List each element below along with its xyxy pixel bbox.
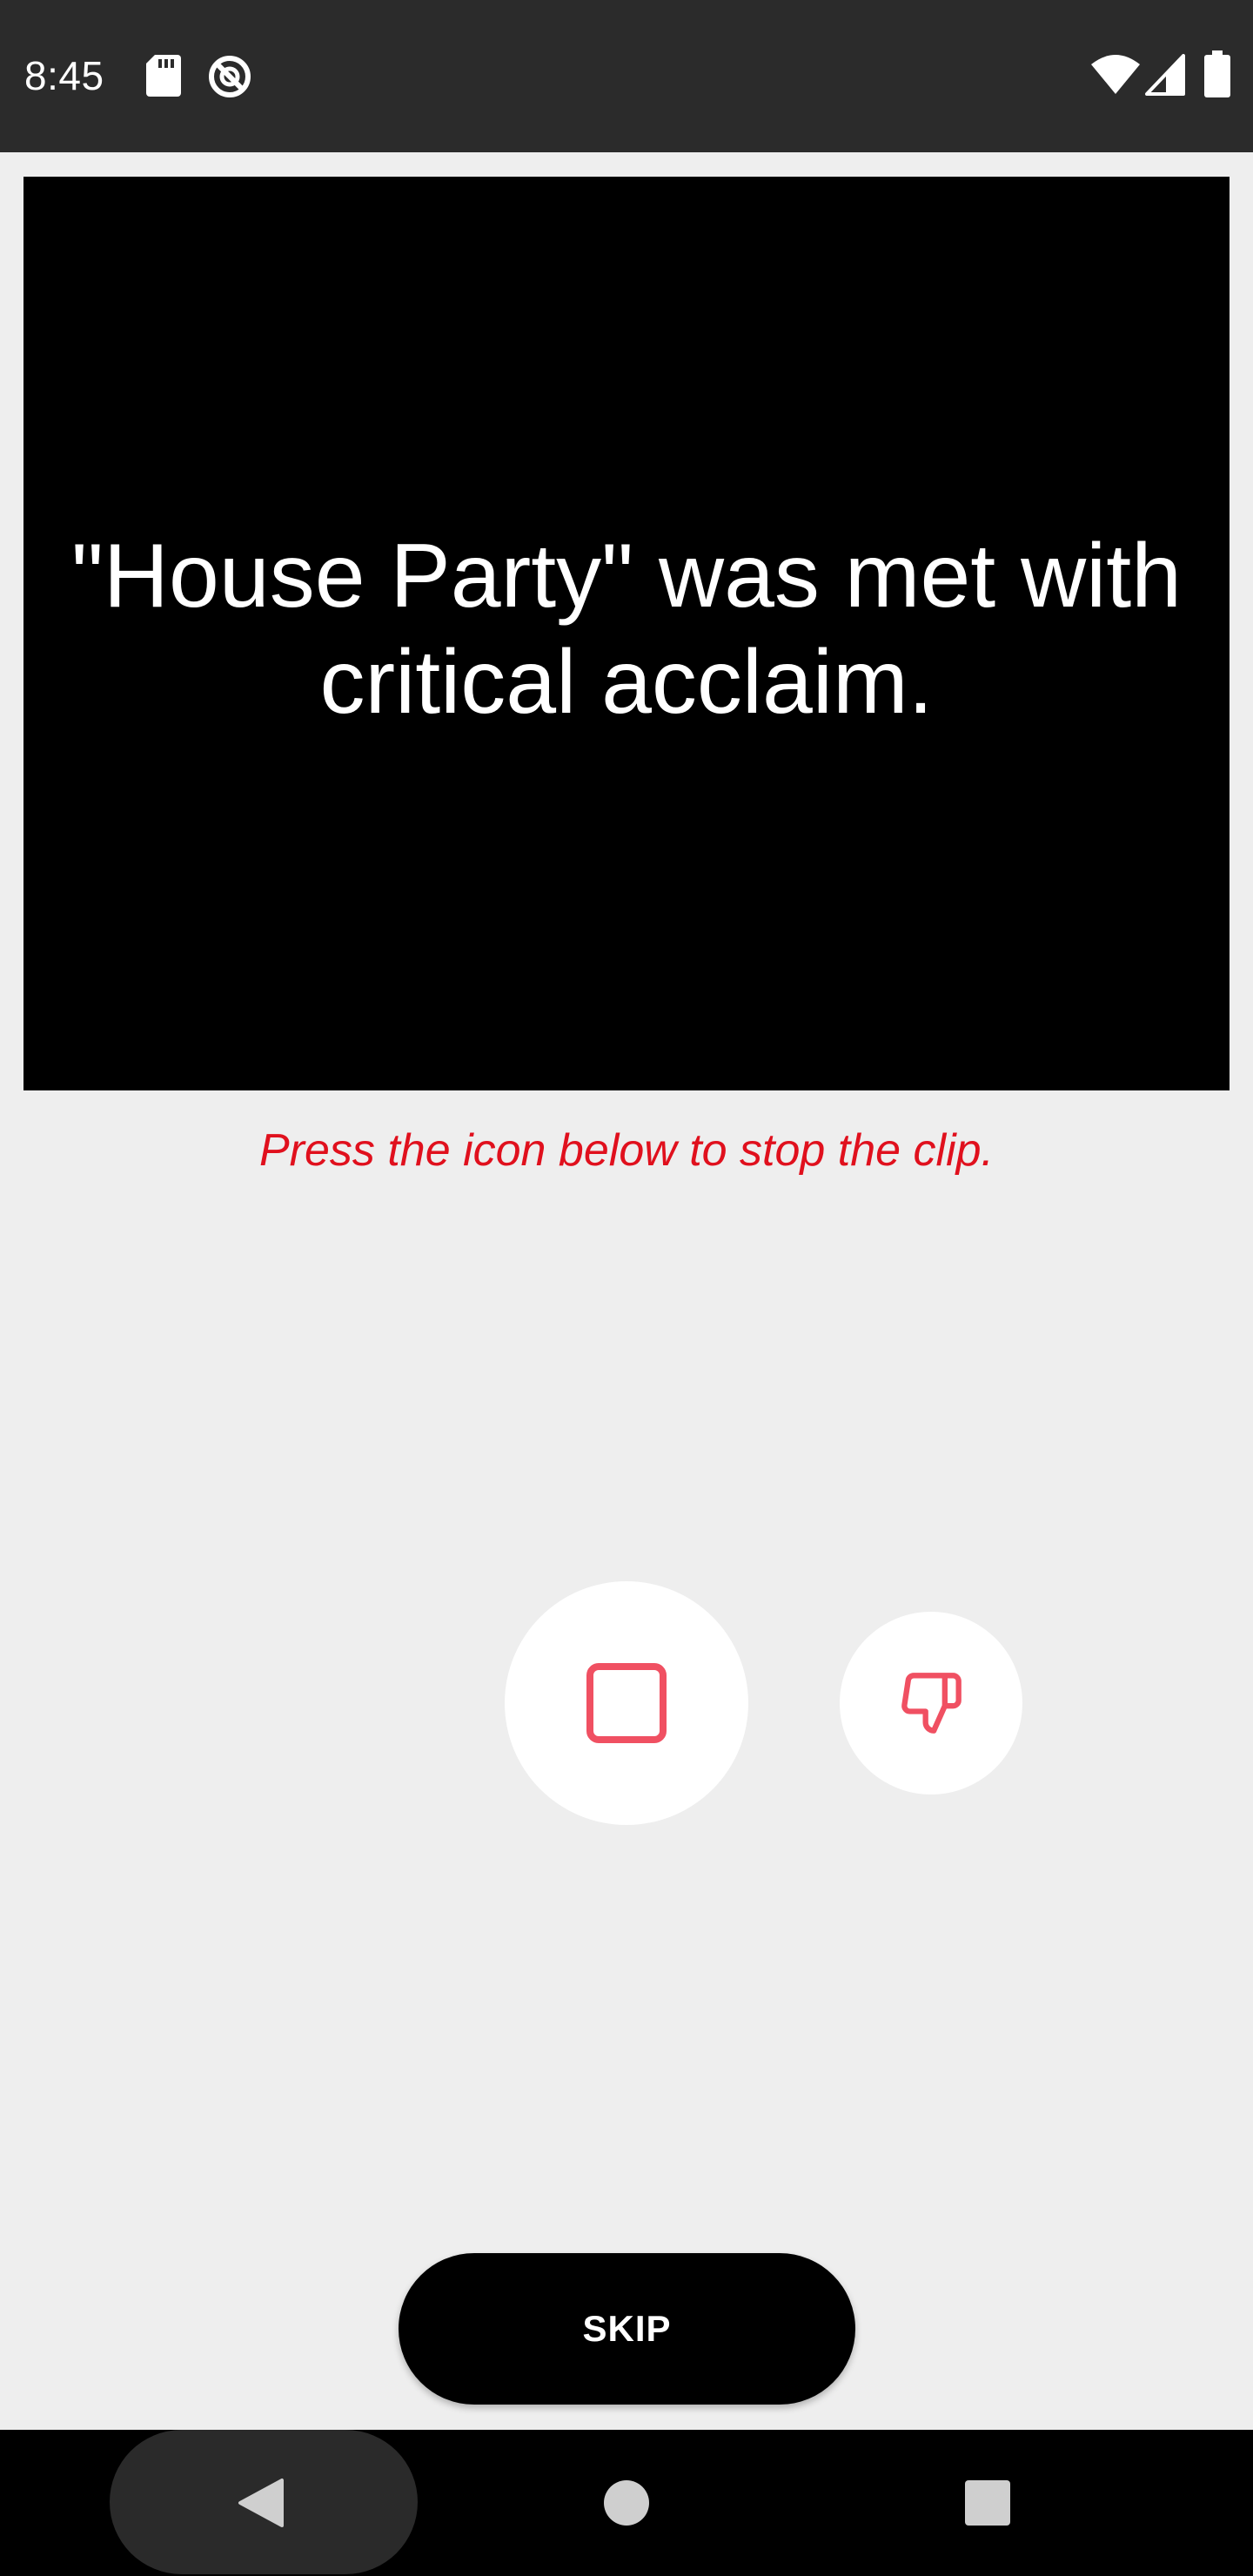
thumbs-down-icon: [901, 1673, 962, 1734]
battery-icon: [1204, 50, 1230, 97]
clip-caption: "House Party" was met with critical accl…: [70, 526, 1183, 733]
skip-button[interactable]: SKIP: [399, 2253, 855, 2405]
clip-player[interactable]: "House Party" was met with critical accl…: [23, 177, 1230, 1090]
status-time: 8:45: [24, 53, 104, 98]
stop-button[interactable]: [505, 1581, 748, 1825]
sync-disabled-icon: [209, 56, 251, 97]
recents-icon[interactable]: [965, 2480, 1010, 2526]
stop-square-icon: [586, 1663, 667, 1743]
status-bar: 8:45: [0, 0, 1253, 152]
sd-card-icon: [146, 55, 181, 97]
dislike-button[interactable]: [840, 1612, 1022, 1794]
navigation-bar: [0, 2430, 1253, 2576]
home-icon[interactable]: [604, 2480, 649, 2526]
cell-signal-icon: [1145, 54, 1185, 96]
back-icon[interactable]: [237, 2477, 285, 2529]
wifi-icon: [1091, 55, 1140, 94]
instruction-text: Press the icon below to stop the clip.: [258, 1125, 994, 1176]
